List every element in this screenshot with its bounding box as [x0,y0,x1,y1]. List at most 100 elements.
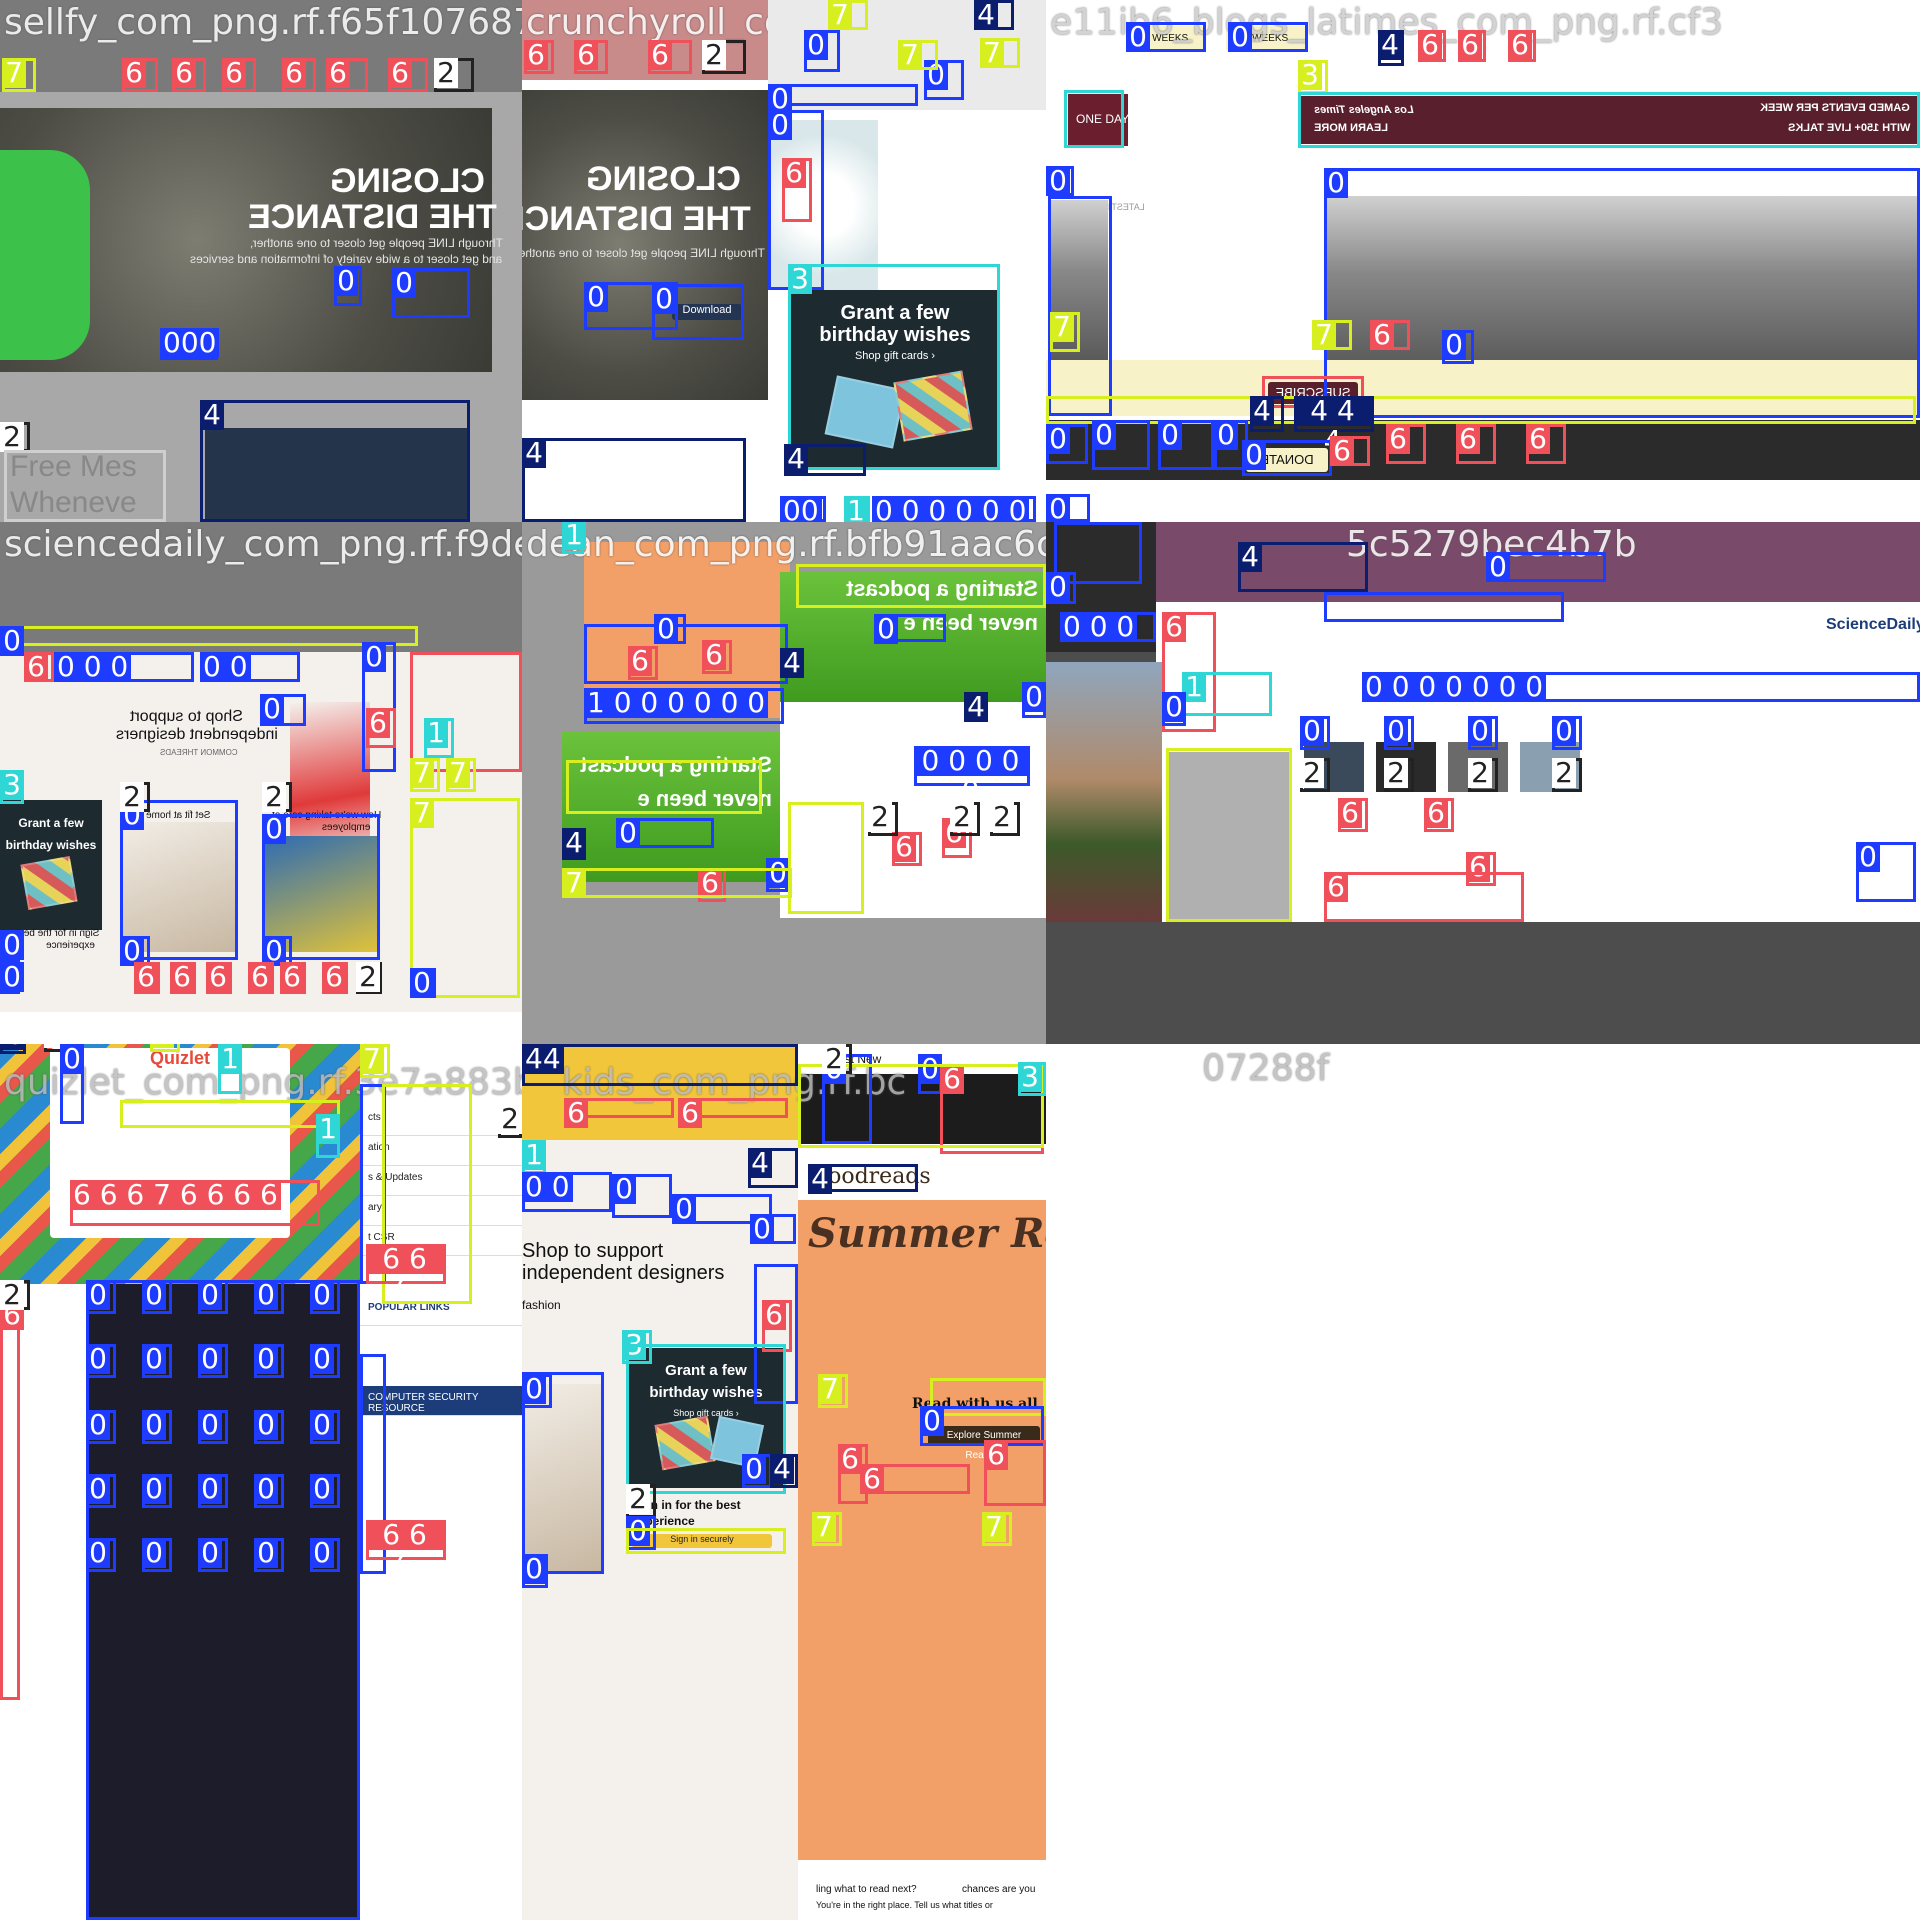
annotation-box: 4 [974,0,1014,30]
annotation-box: 6 [326,58,368,92]
sciencedaily-logo[interactable]: ScienceDaily [1826,616,1920,634]
annotation-box: 3 [0,770,24,804]
annotation-box: 4 [522,438,746,522]
annotation-box: 4 [1250,396,1284,432]
annotation-box: 0 [0,930,24,962]
annotation-box: 0 [310,1280,340,1314]
annotation-box: 2 [702,40,746,74]
hero-sub-1: Through LINE people get closer to one an… [522,246,765,260]
tile-shop-goodreads: kids_com_png.rf.bc Shop to support indep… [522,1044,1046,1920]
annotation-box: 1 0 0 0 0 0 0 [584,688,784,724]
annotation-box: 1 [218,1044,242,1094]
annotation-box: 4 [562,828,586,860]
annotation-box: 0 0 0 [1060,612,1156,642]
tile-latimes: e11ib6_blogs_latimes_com_png.rf.cf3 4 WE… [1046,0,1920,522]
annotation-box: 6 [702,640,732,674]
annotation-box: 0 [310,1538,340,1572]
annotation-box: 0 [86,1474,116,1508]
gift-card-promo[interactable]: Grant a few birthday wishes [0,800,102,930]
annotation-box: 6 [1424,798,1454,832]
tile-title: dean_com_png.rf.bfb91aac6c5dd [526,524,1046,565]
hero-sub-1: Through LINE people get closer to one an… [250,236,503,250]
annotation-box: 0 0 [522,1172,612,1212]
annotation-box: 0 [1228,22,1308,52]
annotation-box: 1 [522,1140,546,1174]
annotation-box: 7 [828,0,868,30]
annotation-box: 0 [198,1410,228,1444]
annotation-box: 0 0 0 0 0 0 [872,496,1036,522]
annotation-box: 0 [804,30,840,72]
annotation-box: 4 [964,692,988,722]
tile-title: 07288f [1202,1048,1330,1089]
annotation-box: 2 [950,802,980,836]
annotation-box: 0 [86,1410,116,1444]
annotation-box: 6 [282,58,316,92]
shop-support-2: independent designers [116,726,278,743]
tile-sellfy: sellfy_com_png.rf.f65f107687418af99cf195… [0,0,522,522]
annotation-box: 0 [198,1280,228,1314]
annotation-box: 6 [172,58,206,92]
annotation-box: 0 [392,268,470,318]
annotation-box: 0 0 0 [54,652,194,682]
annotation-box: 0 [1046,494,1090,522]
annotation-box: 7 [1050,312,1080,352]
annotation-box: 7 [446,758,476,792]
annotation-box: 0 [198,1538,228,1572]
annotation-box: 7 [982,1512,1012,1546]
annotation-box: 0 [142,1280,172,1314]
annotation-box: 0 [874,614,946,644]
tile-sciencedaily: sciencedaily_com_png.rf.f9de6b4fd43f Sho… [0,522,522,1012]
annotation-box: 0 [254,1538,284,1572]
shop-support-2: independent designers [522,1262,725,1284]
right-place-label: You're in the right place. Tell us what … [816,1900,993,1910]
tile-title: crunchyroll_com_ [526,2,768,43]
annotation-box [566,760,762,814]
annotation-box: 7 [980,38,1020,68]
annotation-box: 0 [86,1280,116,1314]
annotation-box: 6 [984,1440,1046,1506]
annotation-box: 2 [356,962,382,994]
annotation-box: 0 [410,968,436,998]
experience-label: experience [46,940,95,951]
annotation-box [798,1064,1044,1148]
tile-title: sellfy_com_png.rf.f65f107687418af99cf195… [4,2,522,43]
annotation-box [4,450,166,522]
annotation-box: 0 [1092,420,1150,470]
annotation-box: 4 [770,1454,798,1488]
annotation-box: 0 [254,1410,284,1444]
annotation-box: 0 [0,626,24,656]
hero-headline-1: CLOSING [586,160,741,198]
annotation-box: 2 [822,1044,852,1074]
shop-support-1: Shop to support [522,1240,664,1262]
annotation-box: 6 [24,652,54,682]
phone-image [0,150,90,360]
annotation-box: 0 [310,1410,340,1444]
hero-section [522,90,768,400]
annotation-box [120,1100,340,1128]
annotation-box: 6 [860,1464,970,1494]
annotation-box: 0 [142,1344,172,1378]
annotation-box: 0 [522,1554,548,1588]
annotation-box: 7 [1312,320,1352,350]
annotation-box: 00 [780,496,826,522]
annotation-box: 6 [366,708,396,748]
annotation-box: 2 [1384,758,1414,792]
annotation-box: 0 0 [200,652,300,682]
annotation-box: 6 [524,40,554,74]
annotation-box: 2 [626,1484,656,1518]
gift-card-title-2: birthday wishes [5,838,97,852]
annotation-box: 0 [1856,842,1916,902]
annotation-box: 0 [334,266,362,306]
annotation-box: 0 [1162,692,1186,726]
tile-quizlet: quizlet_com_png.rf.3e7a883b918f Quizlet … [0,1044,522,1920]
annotation-box: 6 6 6 [366,1244,446,1304]
annotation-box: 0 [654,614,686,644]
annotation-box: 2 [0,1280,30,1310]
annotation-box: 2 [868,802,898,836]
annotation-box: 7 [812,1512,842,1546]
annotation-box: 4 [1238,542,1368,592]
tile-crunchyroll: crunchyroll_com_ CLOSING THE DISTANCE Th… [522,0,768,522]
annotation-box: 6 [134,962,160,994]
annotation-box: 2 [434,58,474,92]
annotation-box: 0 [652,284,744,340]
